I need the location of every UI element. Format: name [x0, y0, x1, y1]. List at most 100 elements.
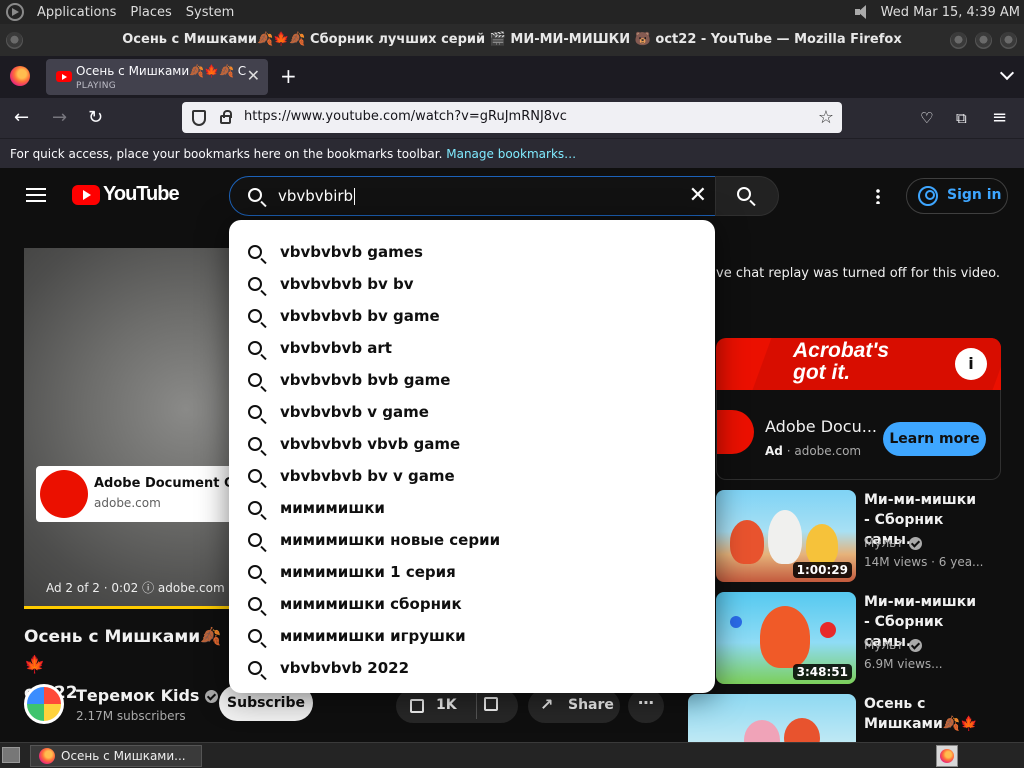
ad-info-text[interactable]: Ad 2 of 2 · 0:02 ⓘ adobe.com ↗	[46, 579, 239, 596]
recommendation-channel-name[interactable]: Мульт	[864, 638, 903, 652]
url-text[interactable]: https://www.youtube.com/watch?v=gRuJmRNJ…	[244, 109, 567, 124]
more-horizontal-icon: ⋯	[638, 693, 654, 712]
search-suggestion-item[interactable]: vbvbvbvb art	[229, 332, 715, 364]
youtube-logo-text[interactable]: YouTube	[103, 183, 180, 206]
pocket-icon[interactable]: ♡	[920, 108, 933, 128]
tracking-protection-icon[interactable]	[192, 110, 206, 126]
more-actions-button[interactable]: ⋯	[628, 689, 664, 723]
search-suggestion-item[interactable]: мимимишки новые серии	[229, 524, 715, 556]
video-duration: 1:00:29	[792, 562, 852, 578]
suggestion-text: vbvbvbvb bv game	[280, 307, 440, 325]
window-titlebar: Осень с Мишками🍂🍁🍂 Сборник лучших серий …	[0, 24, 1024, 56]
menu-system[interactable]: System	[179, 5, 241, 20]
distro-logo-icon[interactable]	[6, 3, 24, 21]
tab-youtube[interactable]: Осень с Мишками🍂🍁🍂 Сб PLAYING ✕	[46, 59, 268, 95]
sign-in-button[interactable]: Sign in	[906, 178, 1008, 214]
clock[interactable]: Wed Mar 15, 4:39 AM	[881, 5, 1020, 20]
search-suggestion-item[interactable]: vbvbvbvb 2022	[229, 652, 715, 684]
search-suggestion-item[interactable]: vbvbvbvb v game	[229, 396, 715, 428]
share-button[interactable]: ↗ Share	[528, 689, 620, 723]
recommendation-channel[interactable]: Мульт	[864, 536, 923, 550]
search-suggestion-item[interactable]: мимимишки 1 серия	[229, 556, 715, 588]
taskbar-window-button[interactable]: Осень с Мишками...	[30, 745, 202, 767]
recommendation-channel[interactable]: Мульт	[864, 638, 923, 652]
search-suggestion-item[interactable]: мимимишки игрушки	[229, 620, 715, 652]
suggestion-text: мимимишки новые серии	[280, 531, 501, 549]
search-button[interactable]	[715, 176, 779, 216]
suggestion-search-icon	[248, 405, 262, 419]
youtube-logo-icon[interactable]	[72, 185, 100, 205]
ad-info-icon[interactable]: i	[955, 348, 987, 380]
user-icon	[918, 186, 938, 206]
channel-name-text[interactable]: Теремок Kids	[76, 686, 199, 705]
settings-more-icon[interactable]	[876, 188, 880, 204]
firefox-launcher-icon[interactable]	[936, 745, 958, 767]
search-suggestion-item[interactable]: vbvbvbvb games	[229, 236, 715, 268]
search-suggestion-item[interactable]: vbvbvbvb bv game	[229, 300, 715, 332]
window-menu-button[interactable]	[6, 32, 23, 49]
recommendation-item[interactable]: Осень с Мишками🍂🍁	[688, 694, 988, 742]
reload-icon[interactable]: ↻	[88, 108, 103, 128]
search-suggestion-item[interactable]: мимимишки	[229, 492, 715, 524]
menu-applications[interactable]: Applications	[30, 5, 123, 20]
suggestion-search-icon	[248, 597, 262, 611]
extensions-icon[interactable]: ⧉	[956, 108, 967, 128]
tab-playing-status[interactable]: PLAYING	[76, 81, 116, 91]
search-suggestion-item[interactable]: vbvbvbvb bv bv	[229, 268, 715, 300]
search-suggestion-item[interactable]: мимимишки сборник	[229, 588, 715, 620]
suggestion-search-icon	[248, 533, 262, 547]
new-tab-icon[interactable]: +	[280, 64, 297, 88]
app-menu-icon[interactable]: ≡	[992, 108, 1007, 128]
recommendation-item[interactable]: 1:00:29 Ми-ми-мишки - Сборник самы... Му…	[716, 490, 1016, 584]
bookmark-star-icon[interactable]: ☆	[818, 107, 834, 128]
suggestion-search-icon	[248, 245, 262, 259]
like-count[interactable]: 1K	[436, 697, 457, 713]
search-suggestion-item[interactable]: vbvbvbvb vbvb game	[229, 428, 715, 460]
clear-search-icon[interactable]: ✕	[689, 185, 707, 207]
recommendation-channel-name[interactable]: Мульт	[864, 536, 903, 550]
search-suggestion-item[interactable]: vbvbvbvb bv v game	[229, 460, 715, 492]
forward-icon[interactable]: →	[52, 108, 67, 128]
recommendation-thumbnail[interactable]: 3:48:51	[716, 592, 856, 684]
recommendation-item[interactable]: 3:48:51 Ми-ми-мишки - Сборник самы... Му…	[716, 592, 1016, 686]
recommendation-meta: 14M views · 6 yea...	[864, 555, 984, 569]
sidebar-ad-meta: Ad · adobe.com	[765, 444, 862, 458]
like-icon[interactable]	[410, 699, 424, 713]
search-input[interactable]: vbvbvbirb	[278, 187, 355, 205]
url-bar[interactable]: https://www.youtube.com/watch?v=gRuJmRNJ…	[182, 102, 842, 133]
sidebar-ad-banner[interactable]: Acrobat's got it. i	[716, 338, 1001, 390]
recommendation-thumbnail[interactable]: 1:00:29	[716, 490, 856, 582]
bottom-taskbar: Осень с Мишками...	[0, 742, 1024, 768]
ball-decoration	[730, 616, 742, 628]
lock-icon[interactable]	[220, 110, 232, 124]
show-desktop-icon[interactable]	[2, 747, 20, 763]
firefox-view-icon[interactable]	[10, 66, 30, 86]
cartoon-bear-yellow	[806, 524, 838, 566]
menu-places[interactable]: Places	[123, 5, 178, 20]
close-tab-icon[interactable]: ✕	[247, 68, 260, 84]
maximize-button[interactable]	[975, 32, 992, 49]
dislike-icon[interactable]	[484, 697, 498, 711]
suggestion-text: мимимишки сборник	[280, 595, 462, 613]
back-icon[interactable]: ←	[14, 108, 29, 128]
channel-avatar[interactable]	[24, 684, 64, 724]
guide-menu-icon[interactable]	[26, 188, 46, 202]
recommendation-thumbnail[interactable]	[688, 694, 856, 742]
search-box[interactable]: vbvbvbirb ✕	[229, 176, 716, 216]
navigation-toolbar: ← → ↻ https://www.youtube.com/watch?v=gR…	[0, 98, 1024, 138]
recommendation-title[interactable]: Осень с Мишками🍂🍁	[864, 694, 984, 734]
adobe-ad-logo-icon	[717, 410, 754, 454]
sidebar-ad-name[interactable]: Adobe Docu...	[765, 417, 877, 436]
cartoon-fox	[760, 606, 810, 668]
close-window-button[interactable]	[1000, 32, 1017, 49]
learn-more-button[interactable]: Learn more	[883, 422, 986, 456]
minimize-button[interactable]	[950, 32, 967, 49]
channel-name[interactable]: Теремок Kids	[76, 686, 219, 705]
sidebar-ad-body[interactable]: Adobe Docu... Ad · adobe.com Learn more	[716, 390, 1001, 480]
list-all-tabs-icon[interactable]	[999, 65, 1015, 81]
search-suggestion-item[interactable]: vbvbvbvb bvb game	[229, 364, 715, 396]
manage-bookmarks-link[interactable]: Manage bookmarks…	[446, 147, 576, 161]
suggestion-text: vbvbvbvb games	[280, 243, 423, 261]
player-ad-card[interactable]: Adobe Document Cloud adobe.com	[36, 466, 265, 522]
volume-icon[interactable]	[853, 4, 871, 20]
